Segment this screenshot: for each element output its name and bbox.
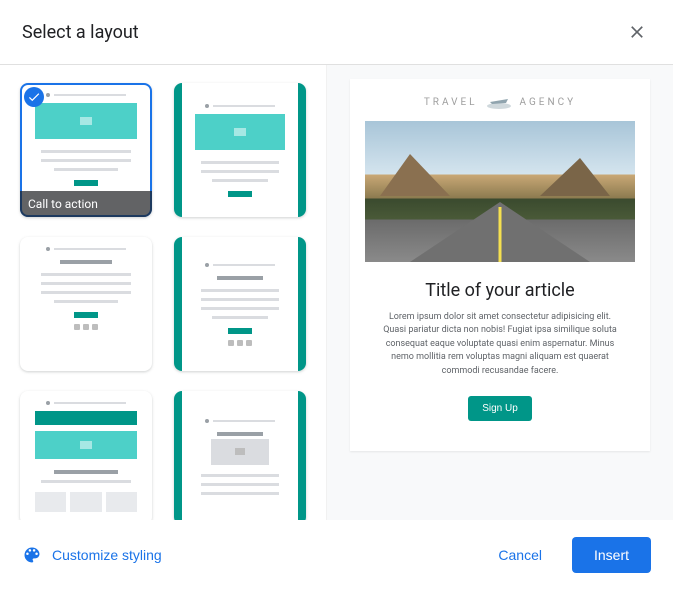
logo-text-left: TRAVEL <box>424 97 478 108</box>
template-card-call-to-action[interactable]: Call to action <box>20 83 152 217</box>
preview-article-body: Lorem ipsum dolor sit amet consectetur a… <box>350 311 650 379</box>
preview-hero-image <box>365 121 635 262</box>
close-button[interactable] <box>623 18 651 46</box>
insert-button[interactable]: Insert <box>572 537 651 573</box>
template-grid: Call to action <box>20 83 306 520</box>
preview-logo: TRAVEL AGENCY <box>424 79 576 121</box>
palette-icon <box>22 545 42 565</box>
template-card[interactable] <box>20 391 152 520</box>
dialog-header: Select a layout <box>0 0 673 64</box>
cancel-button[interactable]: Cancel <box>484 537 556 573</box>
preview-article-title: Title of your article <box>425 280 574 301</box>
selected-check-icon <box>24 87 44 107</box>
template-card[interactable] <box>174 83 306 217</box>
template-gallery: Call to action <box>0 65 327 520</box>
preview-signup-button: Sign Up <box>468 396 532 421</box>
preview-pane: TRAVEL AGENCY Title of your article Lore… <box>327 65 673 520</box>
template-card[interactable] <box>174 237 306 371</box>
plane-icon <box>486 93 512 111</box>
template-thumbnail <box>174 83 306 217</box>
customize-styling-label: Customize styling <box>52 547 162 563</box>
template-thumbnail <box>174 391 306 520</box>
dialog-content: Call to action <box>0 65 673 520</box>
template-thumbnail <box>174 237 306 371</box>
template-card[interactable] <box>20 237 152 371</box>
template-thumbnail <box>20 391 152 520</box>
preview-card: TRAVEL AGENCY Title of your article Lore… <box>350 79 650 451</box>
template-label: Call to action <box>20 191 152 217</box>
logo-text-right: AGENCY <box>520 97 577 108</box>
template-thumbnail <box>20 237 152 371</box>
customize-styling-button[interactable]: Customize styling <box>22 545 162 565</box>
close-icon <box>627 22 647 42</box>
dialog-footer: Customize styling Cancel Insert <box>0 520 673 589</box>
template-card[interactable] <box>174 391 306 520</box>
dialog-title: Select a layout <box>22 22 139 43</box>
